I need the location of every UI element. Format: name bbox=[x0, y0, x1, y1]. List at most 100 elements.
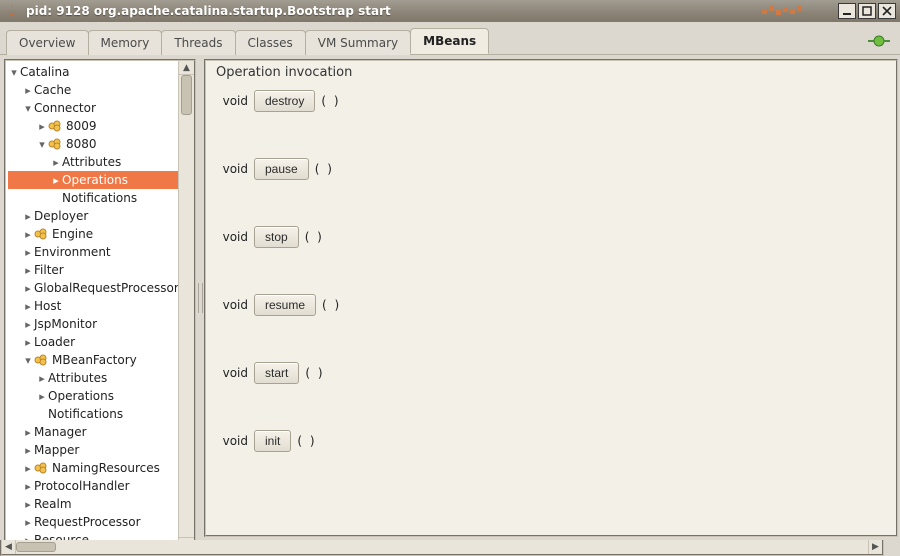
tree-node[interactable]: ▸ProtocolHandler bbox=[8, 477, 178, 495]
operation-return-type: void bbox=[214, 434, 248, 448]
tree-node-label: Operations bbox=[60, 173, 128, 187]
tab-label: Memory bbox=[101, 36, 150, 50]
operation-return-type: void bbox=[214, 230, 248, 244]
tab-vm-summary[interactable]: VM Summary bbox=[305, 30, 411, 55]
tree-node[interactable]: ▸RequestProcessor bbox=[8, 513, 178, 531]
mbean-icon bbox=[48, 119, 62, 133]
tab-label: VM Summary bbox=[318, 36, 398, 50]
tree-node-label: Cache bbox=[32, 83, 71, 97]
tree-node[interactable]: ▾ 8080 bbox=[8, 135, 178, 153]
invoke-stop-button[interactable]: stop bbox=[254, 226, 299, 248]
scroll-thumb[interactable] bbox=[16, 542, 56, 552]
invoke-init-button[interactable]: init bbox=[254, 430, 291, 452]
tree-collapse-icon[interactable]: ▾ bbox=[22, 354, 34, 367]
window-title: pid: 9128 org.apache.catalina.startup.Bo… bbox=[26, 4, 756, 18]
tree-node-label: Filter bbox=[32, 263, 64, 277]
tree-node[interactable]: ▸Attributes bbox=[8, 369, 178, 387]
tree-node-label: Engine bbox=[50, 227, 93, 241]
mbean-icon bbox=[48, 137, 62, 151]
operation-panel: Operation invocation void destroy ( ) void p… bbox=[204, 59, 898, 537]
tab-threads[interactable]: Threads bbox=[161, 30, 235, 55]
tree-node[interactable]: ▸Deployer bbox=[8, 207, 178, 225]
tree-node-label: Manager bbox=[32, 425, 87, 439]
tab-label: Classes bbox=[248, 36, 293, 50]
mbean-tree-panel: ▾Catalina▸Cache▾Connector▸8009▾8080▸Attr… bbox=[4, 59, 196, 553]
tree-node-label: Host bbox=[32, 299, 61, 313]
tree-node-label: 8009 bbox=[64, 119, 97, 133]
operation-params: ( ) bbox=[315, 162, 334, 176]
tree-node[interactable]: ▸Environment bbox=[8, 243, 178, 261]
operation-params: ( ) bbox=[322, 298, 341, 312]
tree-node-label: Mapper bbox=[32, 443, 79, 457]
tree-node[interactable]: ▸Mapper bbox=[8, 441, 178, 459]
tree-expand-icon[interactable]: ▸ bbox=[36, 120, 48, 133]
tree-node[interactable]: ▾ MBeanFactory bbox=[8, 351, 178, 369]
tree-node-label: JspMonitor bbox=[32, 317, 97, 331]
invoke-destroy-button[interactable]: destroy bbox=[254, 90, 315, 112]
operation-row: voidstart( ) bbox=[214, 358, 888, 388]
tree-horizontal-scrollbar[interactable]: ◀ ▶ bbox=[0, 540, 884, 556]
invoke-resume-button[interactable]: resume bbox=[254, 294, 316, 316]
tree-vertical-scrollbar[interactable]: ▲ ▼ bbox=[178, 61, 194, 551]
tab-memory[interactable]: Memory bbox=[88, 30, 163, 55]
tree-node[interactable]: ▾Catalina bbox=[8, 63, 178, 81]
tab-classes[interactable]: Classes bbox=[235, 30, 306, 55]
mbean-tree[interactable]: ▾Catalina▸Cache▾Connector▸8009▾8080▸Attr… bbox=[6, 61, 178, 551]
tree-node[interactable]: Notifications bbox=[8, 189, 178, 207]
window-titlebar: pid: 9128 org.apache.catalina.startup.Bo… bbox=[0, 0, 900, 22]
scroll-right-arrow-icon[interactable]: ▶ bbox=[868, 540, 882, 554]
invoke-start-button[interactable]: start bbox=[254, 362, 299, 384]
tab-mbeans[interactable]: MBeans bbox=[410, 28, 489, 54]
tree-node-label: Deployer bbox=[32, 209, 88, 223]
tree-node[interactable]: ▸Operations bbox=[8, 171, 178, 189]
tree-node[interactable]: ▸ Engine bbox=[8, 225, 178, 243]
tree-node[interactable]: ▸Loader bbox=[8, 333, 178, 351]
panel-title: Operation invocation bbox=[214, 65, 888, 86]
tree-node[interactable]: ▸Attributes bbox=[8, 153, 178, 171]
tree-node[interactable]: ▸Manager bbox=[8, 423, 178, 441]
tree-node[interactable]: ▸Filter bbox=[8, 261, 178, 279]
window-maximize-button[interactable] bbox=[858, 3, 876, 19]
window-close-button[interactable] bbox=[878, 3, 896, 19]
mbean-icon bbox=[34, 353, 48, 367]
work-area: ▾Catalina▸Cache▾Connector▸8009▾8080▸Attr… bbox=[0, 55, 900, 539]
mbean-icon bbox=[34, 461, 48, 475]
tab-label: MBeans bbox=[423, 34, 476, 48]
tab-overview[interactable]: Overview bbox=[6, 30, 89, 55]
scroll-thumb[interactable] bbox=[181, 75, 192, 115]
operation-row: voidpause( ) bbox=[214, 154, 888, 184]
tree-node[interactable]: ▸Operations bbox=[8, 387, 178, 405]
scroll-up-arrow-icon[interactable]: ▲ bbox=[179, 61, 194, 75]
tree-expand-icon[interactable]: ▸ bbox=[22, 462, 34, 475]
tree-node-label: RequestProcessor bbox=[32, 515, 141, 529]
tree-node-label: Environment bbox=[32, 245, 111, 259]
invoke-pause-button[interactable]: pause bbox=[254, 158, 309, 180]
operation-return-type: void bbox=[214, 94, 248, 108]
tree-node[interactable]: ▸GlobalRequestProcessor bbox=[8, 279, 178, 297]
tree-node-label: Connector bbox=[32, 101, 96, 115]
tree-node[interactable]: Notifications bbox=[8, 405, 178, 423]
tree-collapse-icon[interactable]: ▾ bbox=[36, 138, 48, 151]
tree-node[interactable]: ▸JspMonitor bbox=[8, 315, 178, 333]
window-minimize-button[interactable] bbox=[838, 3, 856, 19]
split-divider[interactable] bbox=[196, 59, 204, 537]
tree-node-label: 8080 bbox=[64, 137, 97, 151]
tree-node[interactable]: ▸Host bbox=[8, 297, 178, 315]
tree-node[interactable]: ▸NamingResources bbox=[8, 459, 178, 477]
tree-node-label: Notifications bbox=[46, 407, 123, 421]
tree-node[interactable]: ▸ 8009 bbox=[8, 117, 178, 135]
tree-expand-icon[interactable]: ▸ bbox=[22, 228, 34, 241]
operation-return-type: void bbox=[214, 298, 248, 312]
scroll-left-arrow-icon[interactable]: ◀ bbox=[2, 540, 16, 554]
titlebar-decoration-icon bbox=[762, 6, 832, 16]
tree-node-label: ProtocolHandler bbox=[32, 479, 130, 493]
operation-row: voidstop( ) bbox=[214, 222, 888, 252]
tree-node[interactable]: ▸Cache bbox=[8, 81, 178, 99]
tree-node[interactable]: ▸Realm bbox=[8, 495, 178, 513]
tree-node-label: Attributes bbox=[60, 155, 121, 169]
tab-strip: Overview Memory Threads Classes VM Summary MB… bbox=[0, 22, 900, 55]
operation-row: voiddestroy( ) bbox=[214, 86, 888, 116]
tree-node-label: Operations bbox=[46, 389, 114, 403]
tree-node-label: MBeanFactory bbox=[50, 353, 137, 367]
tree-node[interactable]: ▾Connector bbox=[8, 99, 178, 117]
